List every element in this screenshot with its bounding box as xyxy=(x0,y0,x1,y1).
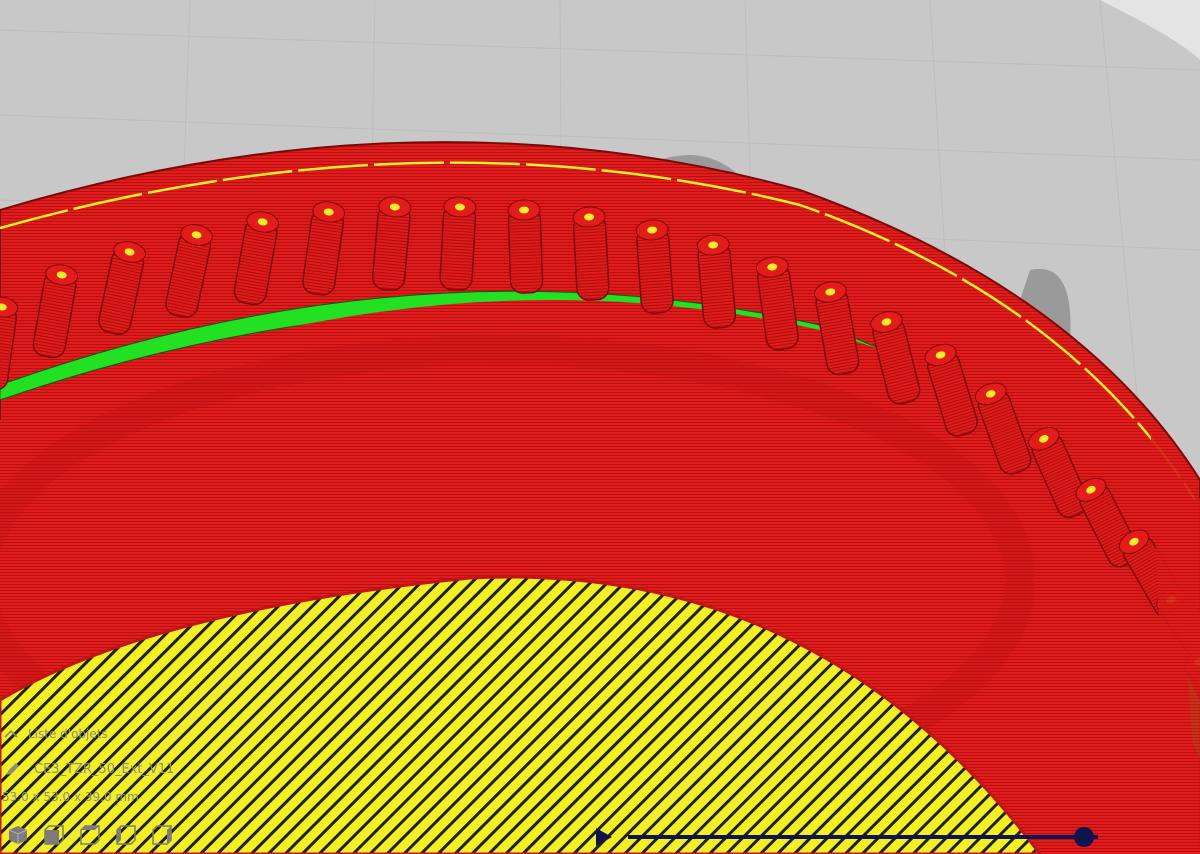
slider-handle[interactable] xyxy=(1074,827,1094,847)
chevron-up-icon xyxy=(4,729,18,738)
cube-right-icon xyxy=(152,825,172,845)
play-icon xyxy=(596,828,612,846)
object-list-header[interactable]: Liste d'objets xyxy=(4,727,108,741)
peg xyxy=(507,199,544,294)
cube-top-icon xyxy=(80,825,100,845)
peg xyxy=(572,206,610,301)
cube-front-icon xyxy=(44,825,64,845)
slider-track xyxy=(628,835,1098,839)
cube-3d-icon xyxy=(8,826,28,844)
view-front-button[interactable] xyxy=(40,822,68,848)
view-top-button[interactable] xyxy=(76,822,104,848)
play-button[interactable] xyxy=(594,826,614,848)
object-name: CE3_TZR_50_Ext_V11 xyxy=(34,761,175,777)
object-name-row[interactable]: CE3_TZR_50_Ext_V11 xyxy=(4,760,174,778)
layer-slider[interactable] xyxy=(628,826,1098,848)
view-3d-button[interactable] xyxy=(4,822,32,848)
view-right-button[interactable] xyxy=(148,822,176,848)
cube-left-icon xyxy=(116,825,136,845)
3d-viewport[interactable] xyxy=(0,0,1200,854)
view-buttons xyxy=(4,822,176,848)
object-list-label: Liste d'objets xyxy=(28,727,108,741)
pencil-icon[interactable] xyxy=(4,760,22,778)
object-dimensions: 53.0 x 53.0 x 39.0 mm xyxy=(2,790,139,804)
view-left-button[interactable] xyxy=(112,822,140,848)
peg xyxy=(439,196,477,291)
